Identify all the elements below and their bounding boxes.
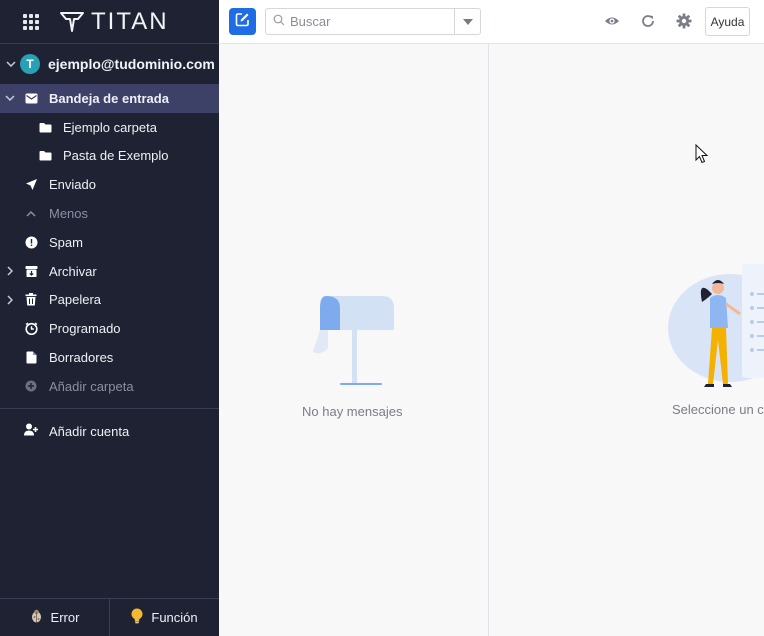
- brand-name: TITAN: [91, 7, 169, 35]
- search-box[interactable]: [265, 8, 481, 35]
- folder-ejemplo-carpeta[interactable]: Ejemplo carpeta: [0, 113, 219, 142]
- chevron-down-icon[interactable]: [2, 61, 20, 67]
- compose-icon: [235, 12, 250, 32]
- inbox-icon: [24, 91, 38, 105]
- search-icon: [273, 13, 285, 31]
- app-grid-icon[interactable]: [23, 13, 39, 30]
- folder-inbox[interactable]: Bandeja de entrada: [0, 84, 219, 113]
- refresh-icon[interactable]: [640, 13, 656, 34]
- bottom-bar: Error Función: [0, 598, 219, 636]
- add-account-label: Añadir cuenta: [49, 423, 130, 439]
- archive-icon: [24, 264, 38, 278]
- folder-icon: [38, 120, 52, 134]
- account-row[interactable]: T ejemplo@tudominio.com: [0, 44, 219, 84]
- sidebar-divider: [0, 408, 219, 409]
- brand-bar: TITAN: [0, 0, 219, 44]
- search-options-dropdown[interactable]: [454, 9, 480, 34]
- folder-label: Bandeja de entrada: [49, 90, 169, 106]
- titan-logo-icon: [60, 11, 84, 32]
- reading-pane: Seleccione un c: [490, 44, 764, 636]
- search-input[interactable]: [290, 14, 440, 29]
- spam-icon: [24, 235, 38, 249]
- avatar: T: [20, 54, 40, 74]
- compose-button[interactable]: [229, 8, 256, 35]
- folder-label: Borradores: [49, 350, 114, 366]
- folder-label: Menos: [49, 206, 89, 222]
- empty-reader-text: Seleccione un c: [672, 402, 764, 417]
- caret-down-icon: [462, 18, 473, 25]
- chevron-down-icon[interactable]: [4, 95, 16, 102]
- add-user-icon: [24, 423, 38, 439]
- mailbox-illustration-icon: [313, 296, 394, 385]
- bug-icon: [30, 609, 43, 626]
- settings-gear-icon[interactable]: [676, 13, 692, 34]
- send-icon: [24, 178, 38, 192]
- chevron-right-icon[interactable]: [4, 266, 16, 276]
- chevron-right-icon[interactable]: [4, 295, 16, 305]
- trash-icon: [24, 293, 38, 307]
- chevron-up-icon: [24, 207, 38, 221]
- folder-label: Programado: [49, 321, 121, 337]
- account-email: ejemplo@tudominio.com: [48, 56, 215, 72]
- folder-trash[interactable]: Papelera: [0, 286, 219, 315]
- folder-spam[interactable]: Spam: [0, 228, 219, 257]
- titan-logo: TITAN: [59, 8, 169, 36]
- folder-label: Spam: [49, 234, 83, 250]
- report-error-button[interactable]: Error: [0, 599, 109, 636]
- toolbar: Ayuda: [219, 0, 764, 44]
- folder-scheduled[interactable]: Programado: [0, 314, 219, 343]
- add-folder-button[interactable]: Añadir carpeta: [0, 372, 219, 401]
- feature-label: Función: [151, 610, 198, 625]
- folder-drafts[interactable]: Borradores: [0, 343, 219, 372]
- add-icon: [24, 379, 38, 393]
- message-list: No hay mensajes: [219, 44, 489, 636]
- folder-sent[interactable]: Enviado: [0, 170, 219, 199]
- folder-label: Enviado: [49, 177, 96, 193]
- mouse-cursor-icon: [695, 144, 709, 164]
- eye-icon[interactable]: [604, 13, 620, 34]
- folder-less-toggle[interactable]: Menos: [0, 199, 219, 228]
- empty-list-text: No hay mensajes: [302, 404, 403, 419]
- scheduled-icon: [24, 322, 38, 336]
- folder-archive[interactable]: Archivar: [0, 257, 219, 286]
- woman-illustration-icon: [668, 264, 764, 387]
- help-button[interactable]: Ayuda: [705, 7, 750, 36]
- folder-pasta-de-exemplo[interactable]: Pasta de Exemplo: [0, 142, 219, 171]
- folder-label: Añadir carpeta: [49, 378, 134, 394]
- folder-label: Papelera: [49, 292, 102, 308]
- sidebar: TITAN T ejemplo@tudominio.com Bandeja de…: [0, 0, 219, 636]
- folder-icon: [38, 149, 52, 163]
- add-account-button[interactable]: Añadir cuenta: [0, 417, 219, 445]
- drafts-icon: [24, 351, 38, 365]
- error-label: Error: [50, 610, 80, 625]
- folder-label: Pasta de Exemplo: [63, 148, 169, 164]
- feature-request-button[interactable]: Función: [109, 599, 219, 636]
- lightbulb-icon: [131, 608, 143, 627]
- folder-label: Archivar: [49, 263, 97, 279]
- folder-label: Ejemplo carpeta: [63, 119, 157, 135]
